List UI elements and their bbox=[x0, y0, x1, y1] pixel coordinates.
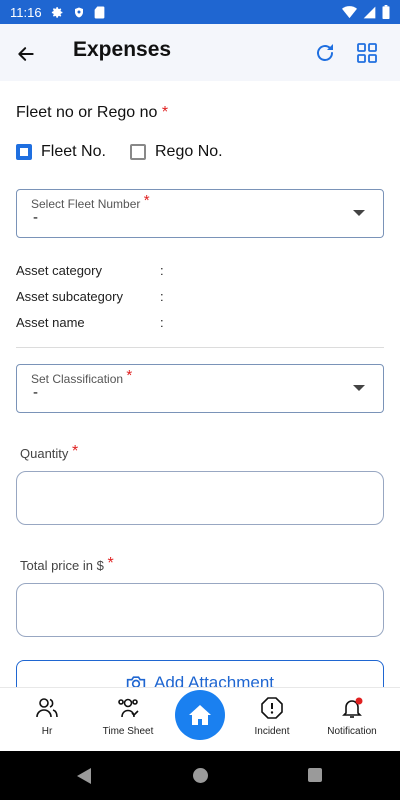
fleet-no-option[interactable]: Fleet No. bbox=[16, 143, 106, 161]
people-icon bbox=[36, 698, 58, 718]
nav-hr-label: Hr bbox=[41, 726, 53, 737]
add-attachment-button[interactable]: Add Attachment bbox=[16, 660, 384, 687]
asset-subcategory-label: Asset subcategory bbox=[16, 289, 123, 304]
total-price-input[interactable] bbox=[16, 583, 384, 637]
asset-name-label: Asset name bbox=[16, 315, 85, 330]
fleet-no-label: Fleet No. bbox=[41, 143, 106, 160]
home-icon bbox=[189, 705, 211, 725]
add-attachment-label: Add Attachment bbox=[153, 673, 275, 687]
nav-item-hr[interactable]: Hr bbox=[7, 696, 87, 737]
system-home-icon[interactable] bbox=[193, 768, 208, 783]
rego-no-option[interactable]: Rego No. bbox=[130, 143, 223, 161]
asset-name-separator: : bbox=[160, 315, 164, 330]
timesheet-icon bbox=[118, 698, 139, 718]
classification-label: Set Classification * bbox=[29, 367, 135, 387]
dropdown-arrow-icon bbox=[353, 385, 365, 391]
fleet-number-label: Select Fleet Number * bbox=[29, 192, 152, 212]
dropdown-arrow-icon bbox=[353, 210, 365, 216]
rego-no-label: Rego No. bbox=[155, 143, 223, 160]
camera-icon bbox=[126, 676, 146, 687]
system-back-icon[interactable] bbox=[76, 768, 92, 784]
page-title: Expenses bbox=[73, 38, 172, 61]
fleet-no-checkbox[interactable] bbox=[16, 144, 32, 160]
refresh-icon bbox=[317, 44, 333, 61]
bell-icon bbox=[342, 697, 363, 718]
asset-category-label: Asset category bbox=[16, 263, 102, 278]
status-bar: 11:16 bbox=[0, 0, 400, 24]
alert-icon bbox=[261, 697, 283, 719]
classification-dropdown[interactable]: Set Classification * - bbox=[16, 364, 384, 413]
battery-icon bbox=[382, 5, 390, 19]
back-arrow-icon bbox=[18, 47, 34, 61]
required-mark: * bbox=[161, 104, 169, 121]
quantity-input[interactable] bbox=[16, 471, 384, 525]
back-button[interactable] bbox=[12, 40, 40, 68]
bottom-nav: Hr Time Sheet Incident Notification bbox=[0, 687, 400, 751]
nav-time-sheet-label: Time Sheet bbox=[102, 726, 154, 737]
home-button[interactable] bbox=[175, 690, 225, 740]
asset-category-separator: : bbox=[160, 263, 164, 278]
nav-notification-label: Notification bbox=[327, 726, 377, 737]
nav-incident-label: Incident bbox=[254, 726, 290, 737]
shield-icon bbox=[74, 7, 83, 17]
total-price-label: Total price in $ * bbox=[20, 555, 114, 573]
gear-icon bbox=[51, 6, 62, 18]
expenses-screen: 11:16 Expenses Fleet no or Rego no * Fle… bbox=[0, 0, 400, 800]
refresh-button[interactable] bbox=[313, 41, 339, 67]
fleet-number-value: - bbox=[33, 209, 38, 226]
classification-value: - bbox=[33, 384, 38, 401]
wifi-icon bbox=[342, 5, 357, 18]
asset-subcategory-separator: : bbox=[160, 289, 164, 304]
status-time: 11:16 bbox=[10, 4, 42, 20]
nav-item-time-sheet[interactable]: Time Sheet bbox=[88, 696, 168, 737]
nav-item-incident[interactable]: Incident bbox=[232, 696, 312, 737]
fleet-number-dropdown[interactable]: Select Fleet Number * - bbox=[16, 189, 384, 238]
fleet-or-rego-label: Fleet no or Rego no * bbox=[16, 104, 169, 121]
grid-icon bbox=[357, 43, 377, 63]
divider bbox=[16, 347, 384, 348]
app-bar: Expenses bbox=[0, 24, 400, 81]
signal-icon bbox=[363, 6, 376, 18]
rego-no-checkbox[interactable] bbox=[130, 144, 146, 160]
quantity-label: Quantity * bbox=[20, 443, 79, 461]
system-nav-bar bbox=[0, 751, 400, 800]
expense-form: Fleet no or Rego no * Fleet No. Rego No.… bbox=[0, 81, 400, 687]
sd-card-icon bbox=[94, 6, 104, 18]
grid-menu-button[interactable] bbox=[355, 41, 381, 67]
nav-item-notification[interactable]: Notification bbox=[312, 696, 392, 737]
system-recents-icon[interactable] bbox=[308, 768, 322, 782]
